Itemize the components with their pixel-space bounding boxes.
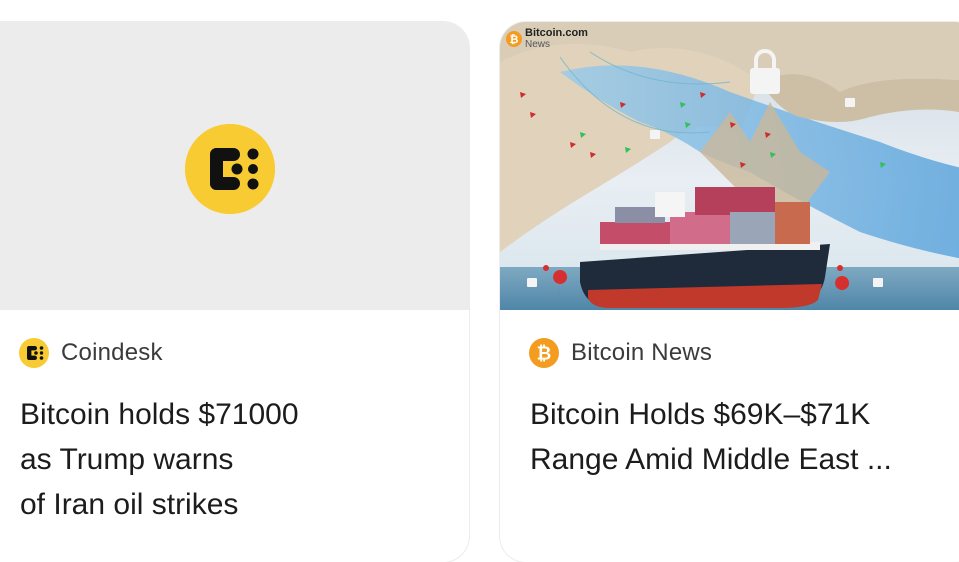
headline-line: Bitcoin Holds $69K–$71K bbox=[530, 398, 871, 431]
bitcoin-logo-icon: ₿ bbox=[529, 338, 559, 368]
svg-text:₿: ₿ bbox=[537, 344, 552, 365]
source-name: Coindesk bbox=[61, 339, 163, 366]
svg-text:₿: ₿ bbox=[510, 33, 519, 46]
news-card-coindesk[interactable]: Coindesk Bitcoin holds $71000 as Trump w… bbox=[0, 22, 469, 562]
headline-line: as Trump warns bbox=[20, 443, 234, 476]
headline-line: of Iran oil strikes bbox=[20, 488, 239, 521]
source-row: Coindesk bbox=[19, 338, 163, 368]
article-image: ₿ Bitcoin.com News bbox=[500, 22, 959, 310]
headline-line: Range Amid Middle East ... bbox=[530, 443, 892, 476]
headline[interactable]: Bitcoin Holds $69K–$71K Range Amid Middl… bbox=[530, 392, 959, 482]
headline[interactable]: Bitcoin holds $71000 as Trump warns of I… bbox=[20, 392, 420, 527]
coindesk-logo-icon bbox=[185, 124, 275, 214]
coindesk-logo-icon bbox=[19, 338, 49, 368]
bitcoin-com-watermark: ₿ Bitcoin.com News bbox=[506, 28, 588, 50]
watermark-text: Bitcoin.com bbox=[525, 27, 588, 39]
source-name: Bitcoin News bbox=[571, 339, 713, 366]
source-row: ₿ Bitcoin News bbox=[529, 338, 712, 368]
bitcoin-logo-icon: ₿ bbox=[506, 31, 522, 47]
thumbnail bbox=[0, 22, 469, 310]
news-card-bitcoin-news[interactable]: ₿ Bitcoin.com News ₿ Bitcoin News Bitcoi… bbox=[500, 22, 959, 562]
headline-line: Bitcoin holds $71000 bbox=[20, 398, 299, 431]
watermark-subtext: News bbox=[525, 39, 551, 50]
